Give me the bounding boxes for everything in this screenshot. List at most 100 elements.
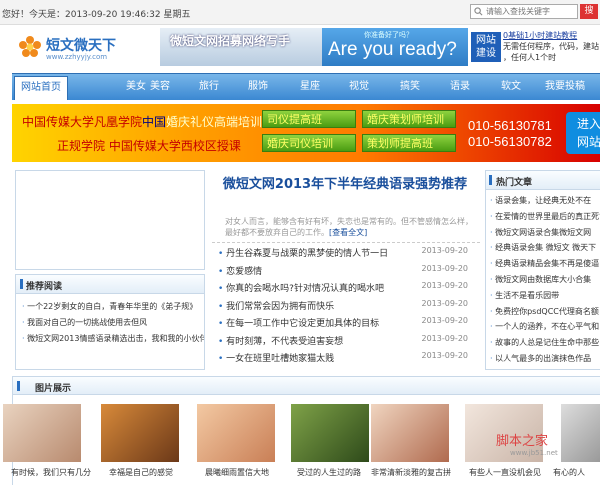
list-item[interactable]: • 我们常常会因为拥有而快乐 2013-09-20 — [218, 299, 482, 317]
article-title[interactable]: 微短文网2013年下半年经典语录强势推荐 — [210, 175, 480, 194]
search-icon — [474, 7, 483, 16]
header-bar — [20, 279, 23, 289]
list-item[interactable]: · 一个人的涵养，不在心平气和 — [490, 321, 600, 337]
header-bar — [489, 175, 492, 185]
banner-writer-recruit[interactable]: 微短文网招募网络写手 — [160, 28, 322, 66]
list-item[interactable]: · 免费控你psdQCC代理商名额 — [490, 306, 600, 322]
promo-btn-planner-training[interactable]: 婚庆策划师培训 — [362, 110, 456, 128]
hot-list: · 语录会集，让经典无处不在 · 在爱情的世界里最后的真正死亡 · 微短文网语录… — [490, 195, 600, 369]
gallery-caption[interactable]: 晨曦细雨置信大地 — [191, 467, 283, 478]
promo-training: 婚庆礼仪高端培训 — [166, 115, 263, 129]
top-bar: 您好！今天是：2013-09-20 19:46:32 星期五 搜 — [0, 0, 600, 25]
search-box[interactable] — [470, 4, 578, 19]
nav-item-submit[interactable]: 我要投稿 — [535, 74, 595, 100]
promo-phone-2: 010-56130782 — [468, 134, 552, 149]
read-more-link[interactable]: [查看全文] — [329, 228, 367, 237]
gallery-thumb-3[interactable] — [197, 404, 275, 462]
badge-line-2: 建设 — [476, 48, 496, 59]
promo-btn-emcee-advanced[interactable]: 司仪提高班 — [262, 110, 356, 128]
nav-item-funny[interactable]: 搞笑 — [390, 74, 430, 100]
recommend-list: · 一个22岁剩女的自白，青春年华里的《弟子规》 · 我面对自己的一切挑战使用去… — [22, 301, 204, 349]
promo-row-1: 中国传媒大学凡凰学院中国婚庆礼仪高端培训 — [22, 113, 262, 130]
ad-line-3: ，任何人1个时 — [503, 53, 557, 62]
hot-articles-panel: 热门文章 · 语录会集，让经典无处不在 · 在爱情的世界里最后的真正死亡 · 微… — [485, 170, 600, 370]
nav-item-cosmetics[interactable]: 美容 — [140, 74, 180, 100]
list-item[interactable]: • 丹生谷森夏与战栗的黑梦使的情人节一日 2013-09-20 — [218, 246, 482, 264]
ad-line-2: 无需任何程序，代码，建站 — [503, 42, 599, 51]
watermark-url: www.jb51.net — [510, 449, 558, 457]
ad-line-1[interactable]: 0基础1小时建站教程 — [503, 30, 600, 41]
nav-item-horoscope[interactable]: 星座 — [290, 74, 330, 100]
main-nav: 网站首页 美女 美容 旅行 服饰 星座 视觉 搞笑 语录 软文 我要投稿 — [12, 73, 600, 100]
gallery-header: 图片展示 — [13, 377, 600, 395]
gallery-title: 图片展示 — [35, 384, 72, 394]
divider — [212, 242, 480, 243]
list-item[interactable]: · 一个22岁剩女的自白，青春年华里的《弟子规》 — [22, 301, 204, 317]
gallery-thumb-1[interactable] — [3, 404, 81, 462]
flower-logo-icon — [19, 36, 41, 57]
site-logo[interactable]: 短文微天下 www.zzhyyjy.com — [18, 33, 133, 63]
watermark-text: 脚本之家 — [496, 434, 549, 449]
header-bar — [17, 381, 20, 391]
promo-school: 中国传媒大学凡凰学院 — [22, 115, 143, 129]
gallery-thumb-5[interactable] — [371, 404, 449, 462]
badge-line-1: 网站 — [476, 35, 496, 46]
nav-item-quotes[interactable]: 语录 — [440, 74, 480, 100]
list-item[interactable]: · 故事的人总是记住生命中那些 — [490, 337, 600, 353]
list-item[interactable]: • 恋爱感情 2013-09-20 — [218, 264, 482, 282]
list-item[interactable]: · 生活不是看乐园带 — [490, 290, 600, 306]
web-build-badge[interactable]: 网站 建设 — [471, 32, 501, 62]
gallery-caption[interactable]: 非常清新淡雅的复古拼 — [365, 467, 457, 478]
list-item[interactable]: · 微短文网语录合集微短文网 — [490, 227, 600, 243]
greeting-text: 您好！今天是：2013-09-20 19:46:32 星期五 — [2, 10, 191, 20]
list-item[interactable]: · 在爱情的世界里最后的真正死亡 — [490, 211, 600, 227]
site-url: www.zzhyyjy.com — [46, 53, 108, 61]
list-item[interactable]: · 经典语录会集 微短文 微天下 — [490, 242, 600, 258]
nav-item-articles[interactable]: 软文 — [491, 74, 531, 100]
list-item[interactable]: • 在每一项工作中它设定更加具体的目标 2013-09-20 — [218, 316, 482, 334]
gallery-caption[interactable]: 受过的人生过的路 — [283, 467, 375, 478]
promo-btn-planner-advanced[interactable]: 策划师提高班 — [362, 134, 456, 152]
search-button[interactable]: 搜 — [580, 4, 598, 19]
banner-big-text: Are you ready? — [328, 39, 457, 60]
web-build-ad[interactable]: 0基础1小时建站教程 无需任何程序，代码，建站 ，任何人1个时 — [503, 30, 600, 63]
promo-phone-1: 010-56130781 — [468, 118, 552, 133]
recommend-panel: 推荐阅读 · 一个22岁剩女的自白，青春年华里的《弟子规》 · 我面对自己的一切… — [15, 274, 205, 370]
promo-row-2: 正规学院 中国传媒大学西校区授课 — [57, 139, 241, 153]
nav-item-travel[interactable]: 旅行 — [189, 74, 229, 100]
banner-are-you-ready[interactable]: 你准备好了吗？ Are you ready? — [322, 28, 468, 66]
list-item[interactable]: • 一女在班里吐槽她家猫太贱 2013-09-20 — [218, 351, 482, 369]
enter-line-2: 网站 — [576, 135, 600, 149]
list-item[interactable]: • 有时刻薄，不代表受迫害妄想 2013-09-20 — [218, 334, 482, 352]
nav-item-home[interactable]: 网站首页 — [14, 76, 68, 100]
enter-line-1: 进入 — [576, 117, 600, 131]
gallery-caption[interactable]: 幸福是自己的感觉 — [95, 467, 187, 478]
enter-site-button[interactable]: 进入 网站 — [566, 112, 600, 154]
gallery-caption[interactable]: 有时候，我们只有几分 — [11, 467, 103, 478]
list-item[interactable]: · 经典语录精品会集不再是傻逼 — [490, 258, 600, 274]
list-item[interactable]: · 我面对自己的一切挑战使用去但风 — [22, 317, 204, 333]
list-item[interactable]: • 你真的会喝水吗?针对情况认真的喝水吧 2013-09-20 — [218, 281, 482, 299]
list-item[interactable]: · 以人气最多的出演抹色作品 — [490, 353, 600, 369]
search-input[interactable] — [486, 5, 576, 18]
gallery-thumb-4[interactable] — [291, 404, 369, 462]
hot-header: 热门文章 — [486, 171, 600, 190]
list-item[interactable]: · 微短文网2013情感语录精选出击，我和我的小伙伴 — [22, 333, 204, 349]
recommend-header: 推荐阅读 — [16, 275, 204, 294]
article-desc: 对女人而言，能够含有好有坏，失恋也是常有的。但不管感情怎么样，最好都不要放弃自己… — [225, 217, 473, 237]
gallery-thumb-2[interactable] — [101, 404, 179, 462]
promo-btn-emcee-training[interactable]: 婚庆司仪培训 — [262, 134, 356, 152]
nav-item-visual[interactable]: 视觉 — [339, 74, 379, 100]
list-item[interactable]: · 微短文网由数据库大小合集 — [490, 274, 600, 290]
recommend-title: 推荐阅读 — [26, 282, 63, 292]
site-name: 短文微天下 — [46, 38, 116, 54]
nav-item-fashion[interactable]: 服饰 — [238, 74, 278, 100]
promo-banner[interactable]: 中国传媒大学凡凰学院中国婚庆礼仪高端培训 正规学院 中国传媒大学西校区授课 司仪… — [12, 104, 600, 162]
article-list: • 丹生谷森夏与战栗的黑梦使的情人节一日 2013-09-20 • 恋爱感情 201… — [218, 246, 482, 369]
gallery-caption[interactable]: 有些人一直没机会见 — [459, 467, 551, 478]
gallery-thumb-7[interactable] — [561, 404, 600, 462]
slideshow-box[interactable] — [15, 170, 205, 270]
list-item[interactable]: · 语录会集，让经典无处不在 — [490, 195, 600, 211]
banner-left-text: 微短文网招募网络写手 — [170, 34, 291, 48]
gallery-caption[interactable]: 有心的人 — [553, 467, 599, 478]
